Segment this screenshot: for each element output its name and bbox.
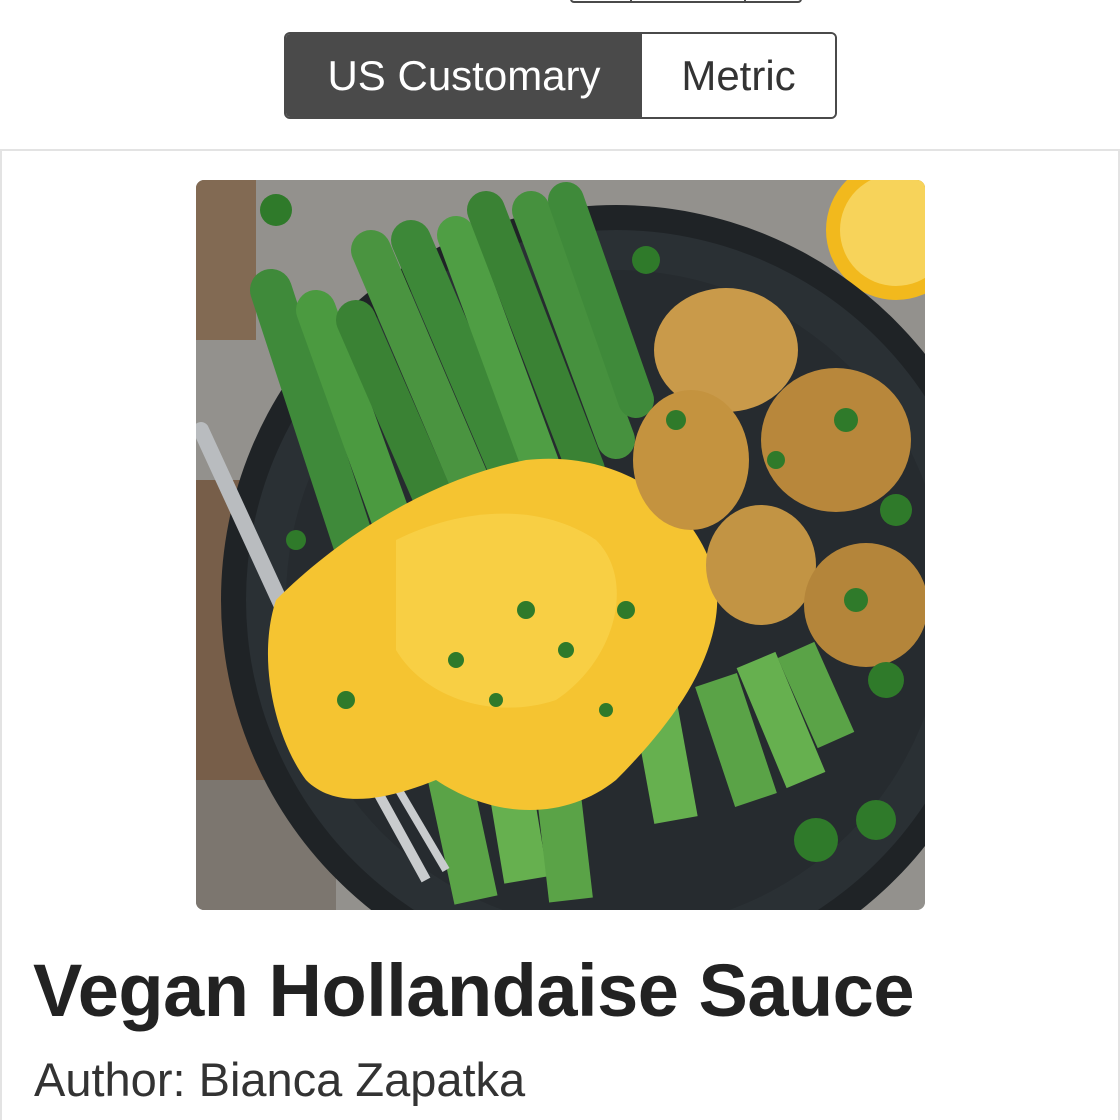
partial-toggle-divider bbox=[630, 0, 632, 1]
unit-system-toggle: US Customary Metric bbox=[284, 32, 837, 119]
metric-button[interactable]: Metric bbox=[642, 34, 835, 117]
us-customary-button[interactable]: US Customary bbox=[286, 34, 642, 117]
recipe-page: US Customary Metric Vegan Hollandaise Sa… bbox=[0, 0, 1120, 1120]
recipe-photo bbox=[196, 180, 925, 910]
partial-toggle-divider bbox=[744, 0, 746, 1]
partial-toggle-top[interactable] bbox=[570, 0, 802, 3]
recipe-title: Vegan Hollandaise Sauce bbox=[33, 949, 914, 1032]
author-name[interactable]: Bianca Zapatka bbox=[199, 1053, 526, 1106]
author-prefix: Author: bbox=[34, 1053, 186, 1106]
recipe-author: Author: Bianca Zapatka bbox=[34, 1052, 525, 1107]
